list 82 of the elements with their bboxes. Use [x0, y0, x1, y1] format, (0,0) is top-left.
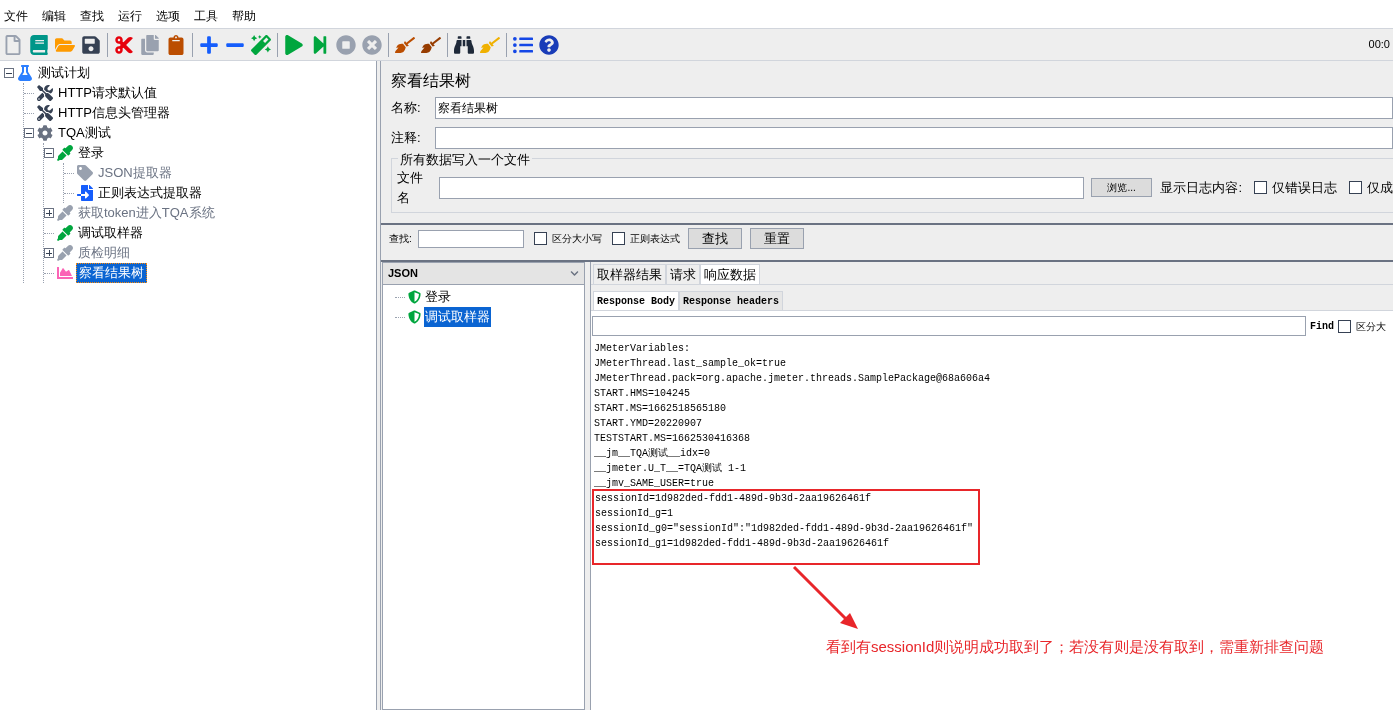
broom-icon[interactable] [421, 34, 441, 55]
comment-field[interactable] [435, 127, 1393, 149]
book-icon[interactable] [29, 34, 49, 55]
response-line: JMeterVariables: [594, 342, 690, 356]
shield-check-icon [408, 310, 421, 324]
field-label: 名称: [391, 99, 422, 118]
collapse-toggle[interactable] [44, 148, 54, 158]
name-field[interactable]: 察看结果树 [435, 97, 1393, 119]
wand-icon[interactable] [251, 34, 271, 55]
menu-item[interactable]: 帮助 [232, 7, 256, 25]
response-line: sessionId_g0="sessionId":"1d982ded-fdd1-489d-9b3d-2aa19626461f" [595, 522, 974, 536]
field-label: 查找: [388, 232, 412, 246]
tab[interactable]: 请求 [666, 264, 700, 284]
help-icon[interactable] [539, 34, 559, 55]
save-icon[interactable] [81, 34, 101, 55]
tree-item[interactable]: 调试取样器 [76, 224, 145, 242]
tree-item[interactable]: HTTP请求默认值 [56, 84, 159, 102]
tree-item[interactable]: TQA测试 [56, 124, 113, 142]
response-line: sessionId_g1=1d982ded-fdd1-489d-9b3d-2aa19626461f [595, 537, 890, 551]
response-line: sessionId_g=1 [595, 507, 673, 521]
field-label: Find [1310, 319, 1334, 334]
tab[interactable]: Response headers [679, 291, 784, 310]
checkbox[interactable] [1254, 181, 1267, 194]
scissors-icon[interactable] [114, 34, 134, 55]
tree-item[interactable]: HTTP信息头管理器 [56, 104, 172, 122]
menu-item[interactable]: 工具 [194, 7, 218, 25]
checkbox[interactable] [533, 232, 547, 245]
field-label: 文件名 [397, 169, 424, 207]
timer: 00:0 [1368, 37, 1390, 53]
find-field[interactable] [592, 316, 1306, 336]
tree-item[interactable]: 察看结果树 [76, 263, 147, 283]
checkbox-label: 正则表达式 [629, 232, 680, 246]
search-field[interactable] [417, 229, 524, 248]
renderer-dropdown[interactable]: JSON [383, 263, 584, 285]
tab[interactable]: 取样器结果 [593, 264, 666, 284]
response-line: START.MS=1662518565180 [594, 402, 727, 416]
checkbox[interactable] [1338, 319, 1351, 333]
response-line: __jmv_SAME_USER=true [594, 477, 715, 491]
checkbox[interactable] [611, 232, 625, 245]
response-line: START.HMS=104245 [594, 387, 690, 401]
menu-item[interactable]: 编辑 [42, 7, 66, 25]
list-icon[interactable] [513, 34, 533, 55]
response-line: sessionId=1d982ded-fdd1-489d-9b3d-2aa19626461f [595, 492, 872, 506]
search-button[interactable]: 重置 [749, 228, 804, 249]
filename-field[interactable] [439, 176, 1084, 199]
result-item[interactable]: 调试取样器 [424, 307, 491, 327]
field-label: 显示日志内容: [1160, 178, 1242, 197]
clipboard-icon[interactable] [166, 34, 186, 55]
response-line: JMeterThread.pack=org.apache.jmeter.threads.SamplePackage@68a606a4 [594, 372, 991, 386]
menu-item[interactable]: 文件 [4, 7, 28, 25]
annotation-text: 看到有sessionId则说明成功取到了；若没有则是没有取到，需重新排查问题 [826, 639, 1325, 654]
binoculars-icon[interactable] [454, 34, 474, 55]
plus-icon[interactable] [199, 34, 219, 55]
tree-item[interactable]: 登录 [76, 144, 106, 162]
collapse-toggle[interactable] [24, 128, 34, 138]
checkbox-label: 区分大小写 [551, 232, 602, 246]
chevron-icon [570, 269, 579, 278]
tree-item[interactable]: 测试计划 [36, 64, 92, 82]
collapse-toggle[interactable] [4, 68, 14, 78]
tab[interactable]: 响应数据 [700, 264, 760, 284]
checkbox-label: 仅错误日志 [1272, 178, 1337, 197]
checkbox[interactable] [1349, 181, 1362, 194]
tab[interactable]: Response Body [593, 291, 679, 310]
response-line: START.YMD=20220907 [594, 417, 703, 431]
shield-check-icon [408, 290, 421, 304]
response-line: __jmeter.U_T__=TQA测试 1-1 [594, 462, 747, 476]
search-button[interactable]: 查找 [687, 228, 742, 249]
browse-button[interactable]: 浏览... [1090, 178, 1153, 197]
menu-item[interactable]: 运行 [118, 7, 142, 25]
panel-title: 察看结果树 [391, 71, 472, 91]
field-label: 注释: [391, 129, 422, 148]
checkbox-label: 区分大 [1356, 319, 1386, 334]
response-line: JMeterThread.last_sample_ok=true [594, 357, 787, 371]
play-icon[interactable] [284, 34, 304, 55]
response-line: __jm__TQA测试__idx=0 [594, 447, 710, 461]
result-item[interactable]: 登录 [424, 287, 452, 307]
menu-item[interactable]: 查找 [80, 7, 104, 25]
checkbox-label: 仅成 [1367, 178, 1393, 197]
menu-item[interactable]: 选项 [156, 7, 180, 25]
tree-item[interactable]: 正则表达式提取器 [96, 184, 204, 202]
broom-icon[interactable] [395, 34, 415, 55]
response-line: TESTSTART.MS=1662530416368 [594, 432, 751, 446]
